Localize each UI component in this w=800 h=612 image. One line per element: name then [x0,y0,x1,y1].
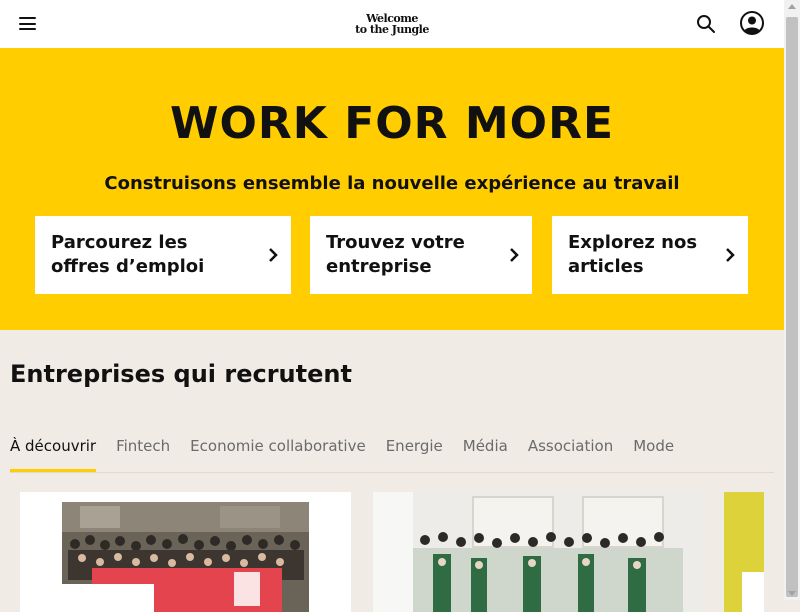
tab-energie[interactable]: Energie [386,432,443,472]
tab-mode[interactable]: Mode [633,432,674,472]
company-card[interactable] [20,492,351,612]
chevron-right-icon [510,248,519,262]
chevron-right-icon [726,248,735,262]
user-account-icon[interactable] [740,11,764,35]
logo-line-2: to the Jungle [355,23,429,36]
tab-a-decouvrir[interactable]: À découvrir [10,432,97,472]
company-cover-image [373,492,703,612]
browse-jobs-card[interactable]: Parcourez les offres d’emploi [35,216,291,294]
category-tabs: À découvrir Fintech Economie collaborati… [10,432,774,473]
section-title: Entreprises qui recrutent [10,360,352,388]
company-cover-image [724,492,764,612]
company-card[interactable] [724,492,764,612]
tab-media[interactable]: Média [463,432,508,472]
tab-association[interactable]: Association [528,432,613,472]
explore-articles-card[interactable]: Explorez nos articles [552,216,748,294]
hero-banner: WORK FOR MORE Construisons ensemble la n… [0,48,784,330]
scroll-down-arrow-icon[interactable] [788,591,796,596]
hero-subtitle: Construisons ensemble la nouvelle expéri… [104,173,680,194]
card-label: Explorez nos articles [568,232,698,277]
search-icon[interactable] [696,14,716,34]
scroll-thumb[interactable] [786,17,798,597]
hamburger-menu-icon[interactable] [19,17,36,30]
scroll-up-arrow-icon[interactable] [788,4,796,9]
hero-title: WORK FOR MORE [169,98,615,149]
logo[interactable]: Welcome to the Jungle [355,13,429,35]
top-header: Welcome to the Jungle [0,0,784,48]
tab-economie-collaborative[interactable]: Economie collaborative [190,432,366,472]
company-logo-badge [40,584,154,612]
chevron-right-icon [269,248,278,262]
company-card[interactable] [373,492,703,612]
find-company-card[interactable]: Trouvez votre entreprise [310,216,532,294]
vertical-scrollbar[interactable] [784,0,800,600]
card-label: Parcourez les offres d’emploi [51,232,205,277]
tab-fintech[interactable]: Fintech [116,432,170,472]
card-label: Trouvez votre entreprise [326,232,465,277]
